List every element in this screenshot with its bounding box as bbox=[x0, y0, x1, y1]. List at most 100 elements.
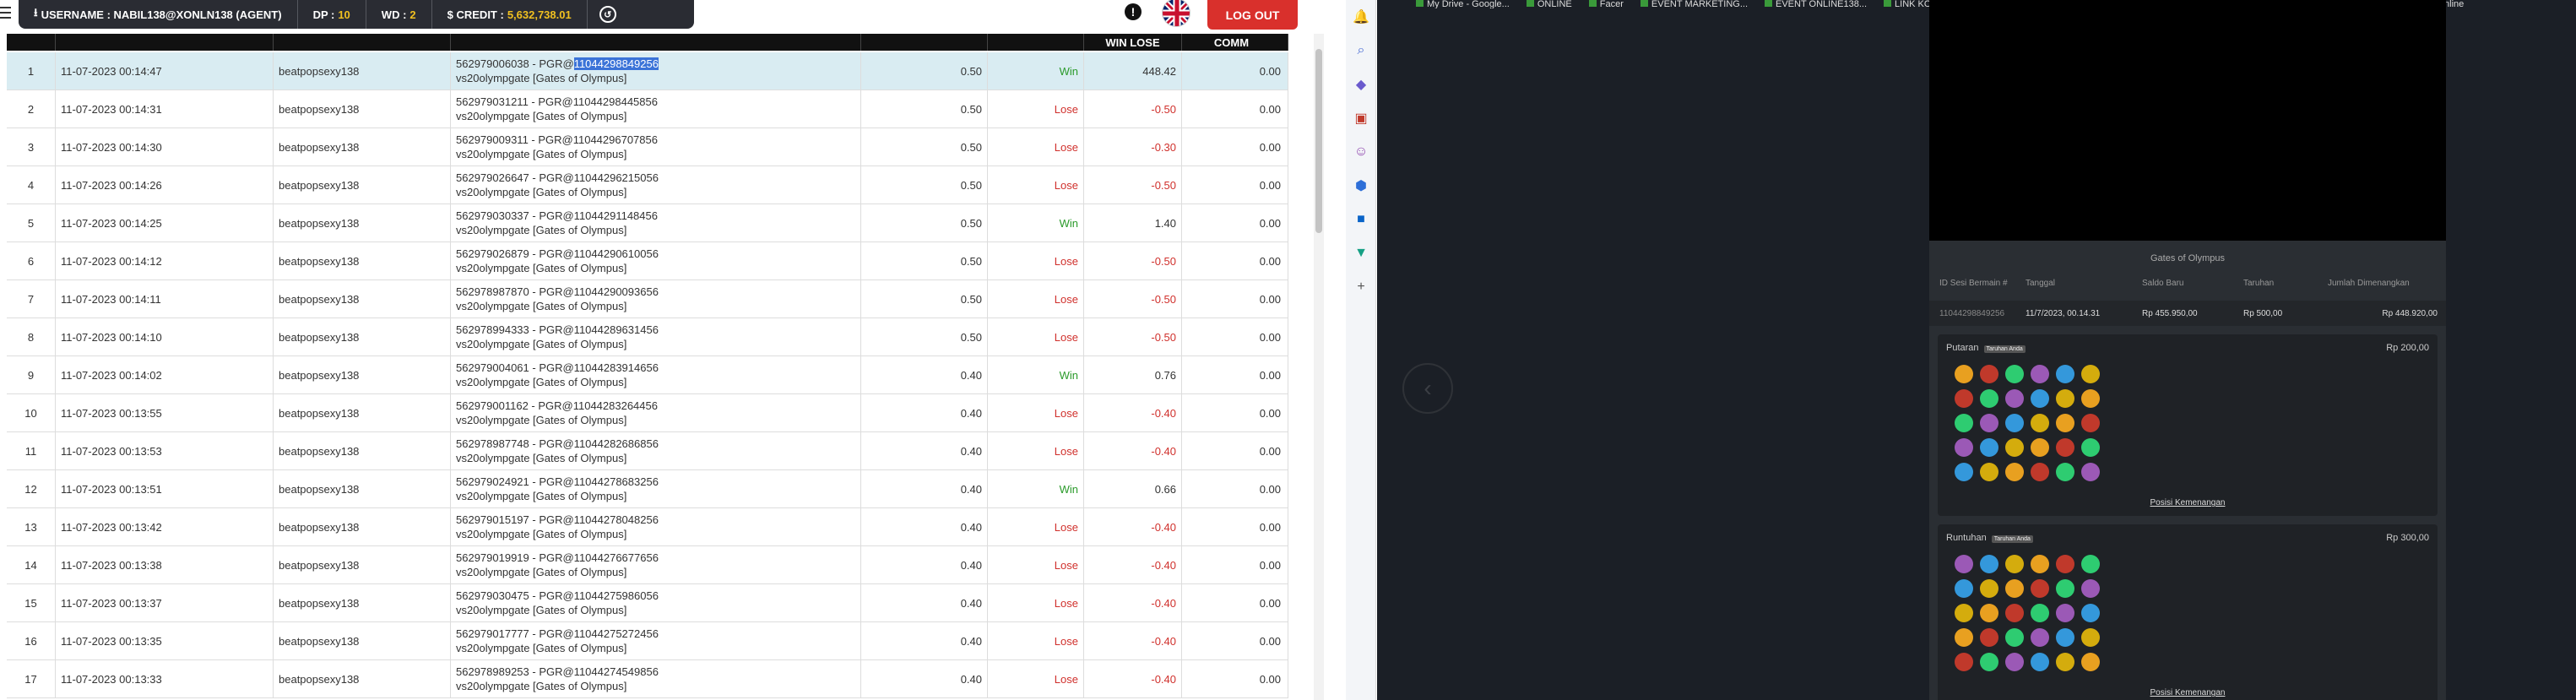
table-row[interactable]: 16 11-07-2023 00:13:35 beatpopsexy138 56297… bbox=[7, 622, 1288, 660]
win-position-link[interactable]: Posisi Kemenangan bbox=[1938, 688, 2438, 697]
gem-symbol bbox=[1955, 389, 1973, 408]
row-date: 11-07-2023 00:13:38 bbox=[56, 546, 274, 583]
bet-id: 562979006038 - PGR@ bbox=[456, 57, 574, 70]
outlook-icon[interactable]: ■ bbox=[1346, 203, 1376, 236]
table-row[interactable]: 11 11-07-2023 00:13:53 beatpopsexy138 56297… bbox=[7, 432, 1288, 470]
row-winlose: 448.42 bbox=[1084, 52, 1182, 90]
plus-icon[interactable]: + bbox=[1346, 270, 1376, 304]
bet-id: 562979026647 - PGR@11044296215056 bbox=[456, 171, 659, 184]
shield-icon[interactable]: ⬢ bbox=[1346, 169, 1376, 203]
back-arrow-icon[interactable]: ‹ bbox=[1402, 363, 1453, 414]
row-username: beatpopsexy138 bbox=[274, 584, 451, 621]
gem-symbol bbox=[2081, 463, 2100, 481]
people-icon[interactable]: ☺ bbox=[1346, 135, 1376, 169]
row-description: 562979024921 - PGR@11044278683256 vs20oly… bbox=[451, 470, 861, 507]
row-date: 11-07-2023 00:14:25 bbox=[56, 204, 274, 241]
bet-id: 562979009311 - PGR@11044296707856 bbox=[456, 133, 658, 146]
table-row[interactable]: 13 11-07-2023 00:13:42 beatpopsexy138 56297… bbox=[7, 508, 1288, 546]
gem-symbol bbox=[2081, 604, 2100, 622]
row-comm: 0.00 bbox=[1182, 508, 1288, 545]
game-name: vs20olympgate [Gates of Olympus] bbox=[456, 566, 627, 578]
row-date: 11-07-2023 00:13:51 bbox=[56, 470, 274, 507]
toolbox-icon[interactable]: ▣ bbox=[1346, 101, 1376, 135]
table-row[interactable]: 6 11-07-2023 00:14:12 beatpopsexy138 562979… bbox=[7, 242, 1288, 280]
table-row[interactable]: 2 11-07-2023 00:14:31 beatpopsexy138 562979… bbox=[7, 90, 1288, 128]
row-bet: 0.40 bbox=[861, 660, 988, 697]
row-bet: 0.50 bbox=[861, 166, 988, 203]
uk-flag-icon[interactable] bbox=[1162, 0, 1190, 27]
table-scrollbar[interactable] bbox=[1314, 34, 1324, 700]
table-row[interactable]: 3 11-07-2023 00:14:30 beatpopsexy138 562979… bbox=[7, 128, 1288, 166]
row-status: Lose bbox=[988, 318, 1084, 355]
game-name: vs20olympgate [Gates of Olympus] bbox=[456, 262, 627, 274]
tag-icon[interactable]: ◆ bbox=[1346, 68, 1376, 101]
bell-icon[interactable]: 🔔 bbox=[1346, 0, 1376, 34]
browser-sidebar: 🔔 ⌕ ◆ ▣ ☺ ⬢ ■ ▼ + bbox=[1346, 0, 1376, 700]
row-description: 562979006038 - PGR@11044298849256 vs20oly… bbox=[451, 52, 861, 90]
gem-symbol bbox=[2005, 628, 2024, 647]
game-name: vs20olympgate [Gates of Olympus] bbox=[456, 452, 627, 464]
scrollbar-thumb[interactable] bbox=[1315, 49, 1322, 233]
gem-symbol bbox=[1980, 628, 1998, 647]
row-bet: 0.50 bbox=[861, 128, 988, 166]
menu-icon[interactable] bbox=[0, 3, 12, 22]
row-bet: 0.40 bbox=[861, 470, 988, 507]
game-summary-values: 11044298849256 11/7/2023, 00.14.31 Rp 45… bbox=[1929, 301, 2446, 326]
row-status: Lose bbox=[988, 546, 1084, 583]
table-row[interactable]: 15 11-07-2023 00:13:37 beatpopsexy138 56297… bbox=[7, 584, 1288, 622]
row-description: 562979015197 - PGR@11044278048256 vs20oly… bbox=[451, 508, 861, 545]
row-number: 3 bbox=[7, 128, 56, 166]
game-name: vs20olympgate [Gates of Olympus] bbox=[456, 528, 627, 540]
row-status: Lose bbox=[988, 584, 1084, 621]
table-row[interactable]: 4 11-07-2023 00:14:26 beatpopsexy138 562979… bbox=[7, 166, 1288, 204]
gem-symbol bbox=[2031, 365, 2049, 383]
bet-id: 562979004061 - PGR@11044283914656 bbox=[456, 361, 659, 374]
table-row[interactable]: 5 11-07-2023 00:14:25 beatpopsexy138 562979… bbox=[7, 204, 1288, 242]
game-title: Gates of Olympus bbox=[2150, 253, 2226, 263]
gem-symbol bbox=[1955, 365, 1973, 383]
row-comm: 0.00 bbox=[1182, 432, 1288, 469]
gem-symbol bbox=[2056, 604, 2074, 622]
table-row[interactable]: 10 11-07-2023 00:13:55 beatpopsexy138 56297… bbox=[7, 394, 1288, 432]
alert-icon[interactable]: ! bbox=[1125, 3, 1142, 20]
row-status: Lose bbox=[988, 242, 1084, 279]
row-date: 11-07-2023 00:14:02 bbox=[56, 356, 274, 393]
row-bet: 0.50 bbox=[861, 52, 988, 90]
row-status: Lose bbox=[988, 166, 1084, 203]
logout-button[interactable]: LOG OUT bbox=[1207, 0, 1298, 30]
col-header-user bbox=[274, 34, 451, 51]
table-row[interactable]: 12 11-07-2023 00:13:51 beatpopsexy138 56297… bbox=[7, 470, 1288, 508]
row-username: beatpopsexy138 bbox=[274, 90, 451, 128]
row-date: 11-07-2023 00:14:12 bbox=[56, 242, 274, 279]
row-winlose: -0.40 bbox=[1084, 394, 1182, 431]
row-winlose: -0.50 bbox=[1084, 318, 1182, 355]
row-status: Lose bbox=[988, 128, 1084, 166]
row-date: 11-07-2023 00:13:33 bbox=[56, 660, 274, 697]
table-row[interactable]: 9 11-07-2023 00:14:02 beatpopsexy138 562979… bbox=[7, 356, 1288, 394]
gem-symbol bbox=[2031, 389, 2049, 408]
gem-symbol bbox=[2056, 555, 2074, 573]
row-status: Win bbox=[988, 52, 1084, 90]
win-position-link[interactable]: Posisi Kemenangan bbox=[1938, 498, 2438, 507]
search-icon[interactable]: ⌕ bbox=[1346, 34, 1376, 68]
cart-icon[interactable]: ▼ bbox=[1346, 236, 1376, 270]
table-row[interactable]: 14 11-07-2023 00:13:38 beatpopsexy138 56297… bbox=[7, 546, 1288, 584]
game-name: vs20olympgate [Gates of Olympus] bbox=[456, 72, 627, 84]
row-bet: 0.40 bbox=[861, 584, 988, 621]
row-username: beatpopsexy138 bbox=[274, 204, 451, 241]
game-name: vs20olympgate [Gates of Olympus] bbox=[456, 680, 627, 692]
col-header-winlose: WIN LOSE bbox=[1084, 34, 1182, 51]
table-row[interactable]: 1 11-07-2023 00:14:47 beatpopsexy138 562979… bbox=[7, 52, 1288, 90]
table-row[interactable]: 7 11-07-2023 00:14:11 beatpopsexy138 562978… bbox=[7, 280, 1288, 318]
history-button[interactable]: ↺ bbox=[588, 0, 628, 29]
row-number: 13 bbox=[7, 508, 56, 545]
row-description: 562979030475 - PGR@11044275986056 vs20oly… bbox=[451, 584, 861, 621]
row-bet: 0.40 bbox=[861, 622, 988, 659]
table-row[interactable]: 8 11-07-2023 00:14:10 beatpopsexy138 562978… bbox=[7, 318, 1288, 356]
row-status: Lose bbox=[988, 394, 1084, 431]
row-comm: 0.00 bbox=[1182, 128, 1288, 166]
row-status: Lose bbox=[988, 660, 1084, 697]
gem-symbol bbox=[2005, 604, 2024, 622]
row-number: 12 bbox=[7, 470, 56, 507]
table-row[interactable]: 17 11-07-2023 00:13:33 beatpopsexy138 56297… bbox=[7, 660, 1288, 698]
